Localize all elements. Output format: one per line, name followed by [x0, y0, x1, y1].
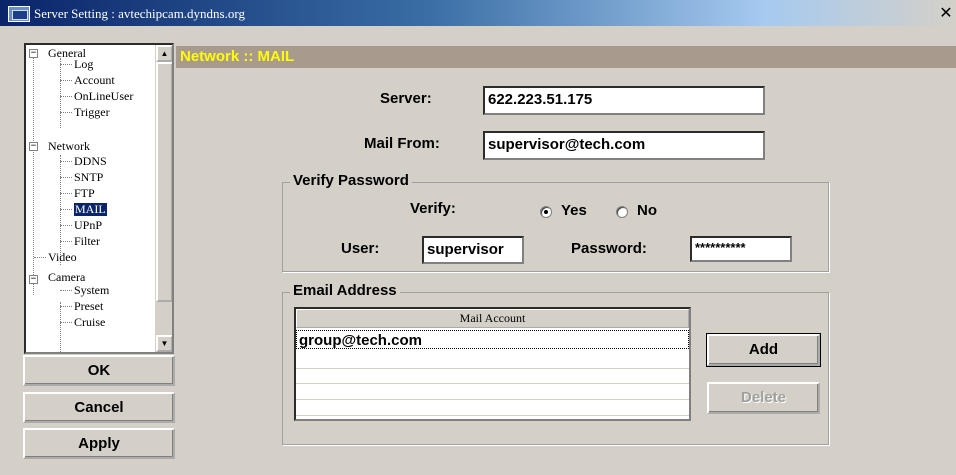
tree-item-ddns[interactable]: DDNS	[74, 155, 107, 168]
ok-button[interactable]: OK	[23, 355, 175, 386]
tree-connector	[33, 55, 34, 295]
verify-no-label[interactable]: No	[637, 202, 657, 219]
tree-scrollbar[interactable]: ▲ ▼	[155, 45, 172, 352]
scroll-up-icon[interactable]: ▲	[156, 45, 172, 62]
collapse-general-icon[interactable]: −	[29, 49, 38, 58]
verify-yes-label[interactable]: Yes	[561, 202, 587, 219]
scroll-thumb[interactable]	[156, 62, 172, 302]
collapse-camera-icon[interactable]: −	[29, 275, 38, 284]
settings-tree[interactable]: − − − General Log Account OnLineUser Tri…	[24, 43, 174, 354]
tree-item-ftp[interactable]: FTP	[74, 187, 95, 200]
tree-connector	[60, 322, 72, 323]
tree-item-onlineuser[interactable]: OnLineUser	[74, 90, 133, 103]
user-input[interactable]: supervisor	[422, 236, 524, 264]
scroll-down-icon[interactable]: ▼	[156, 335, 172, 352]
list-item[interactable]	[296, 397, 689, 416]
tree-connector	[60, 155, 61, 265]
tree-connector	[60, 193, 72, 194]
cancel-button[interactable]: Cancel	[23, 392, 175, 423]
close-icon[interactable]: ✕	[938, 4, 954, 22]
title-bar: Server Setting : avtechipcam.dyndns.org …	[0, 0, 956, 26]
tree-connector	[60, 209, 72, 210]
window-title: Server Setting : avtechipcam.dyndns.org	[34, 6, 245, 21]
tree-connector	[60, 241, 72, 242]
verify-password-title: Verify Password	[290, 172, 412, 189]
mail-from-label: Mail From:	[364, 135, 440, 152]
tree-item-trigger[interactable]: Trigger	[74, 106, 110, 119]
mail-from-input[interactable]: supervisor@tech.com	[483, 131, 765, 160]
user-label: User:	[341, 240, 380, 257]
tree-connector	[60, 112, 72, 113]
tree-item-network[interactable]: Network	[48, 140, 90, 153]
apply-button[interactable]: Apply	[23, 428, 175, 459]
tree-connector	[60, 306, 72, 307]
mail-account-column-header[interactable]: Mail Account	[296, 309, 689, 328]
tree-connector	[60, 80, 72, 81]
tree-item-system[interactable]: System	[74, 284, 109, 297]
tree-connector	[34, 257, 46, 258]
tree-item-preset[interactable]: Preset	[74, 300, 103, 313]
tree-connector	[60, 161, 72, 162]
verify-no-radio[interactable]	[616, 206, 628, 218]
password-label: Password:	[571, 240, 647, 257]
tree-connector	[60, 96, 72, 97]
tree-item-upnp[interactable]: UPnP	[74, 219, 102, 232]
tree-connector	[60, 225, 72, 226]
mail-account-list[interactable]: Mail Account group@tech.com	[294, 307, 691, 421]
tree-item-log[interactable]: Log	[74, 58, 93, 71]
tree-connector	[60, 290, 72, 291]
section-title: Network :: MAIL	[180, 48, 295, 65]
list-item[interactable]: group@tech.com	[296, 330, 689, 349]
tree-item-mail[interactable]: MAIL	[74, 203, 107, 216]
tree-item-filter[interactable]: Filter	[74, 235, 100, 248]
tree-item-video[interactable]: Video	[48, 251, 77, 264]
password-input[interactable]: **********	[690, 236, 792, 262]
email-address-title: Email Address	[290, 282, 400, 299]
collapse-network-icon[interactable]: −	[29, 142, 38, 151]
tree-connector	[60, 177, 72, 178]
server-input[interactable]: 622.223.51.175	[483, 86, 765, 115]
delete-button[interactable]: Delete	[707, 382, 820, 414]
verify-label: Verify:	[410, 200, 456, 217]
tree-item-sntp[interactable]: SNTP	[74, 171, 103, 184]
app-icon	[8, 6, 30, 22]
tree-connector	[60, 64, 72, 65]
verify-yes-radio[interactable]	[540, 206, 552, 218]
tree-item-cruise[interactable]: Cruise	[74, 316, 105, 329]
section-header: Network :: MAIL	[176, 46, 956, 68]
add-button[interactable]: Add	[706, 333, 821, 367]
server-label: Server:	[380, 90, 432, 107]
tree-item-account[interactable]: Account	[74, 74, 115, 87]
tree-connector	[60, 302, 61, 352]
tree-connector	[60, 58, 61, 128]
